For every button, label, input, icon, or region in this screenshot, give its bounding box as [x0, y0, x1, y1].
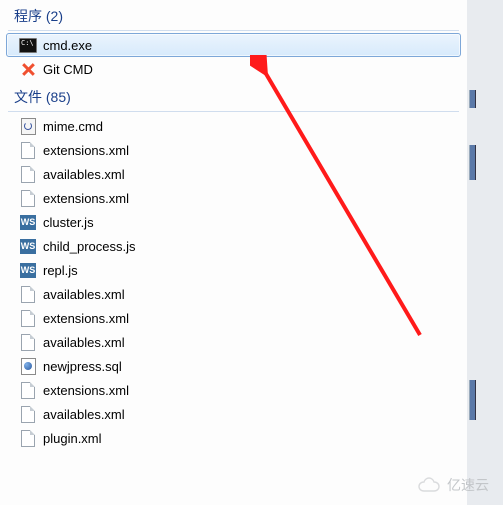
- list-item-label: Git CMD: [43, 62, 93, 77]
- files-item[interactable]: mime.cmd: [6, 114, 461, 138]
- list-item-label: cmd.exe: [43, 38, 92, 53]
- file-icon: [19, 190, 37, 206]
- file-icon: [19, 334, 37, 350]
- files-list: mime.cmd extensions.xml availables.xml exte…: [6, 114, 461, 450]
- list-item-label: plugin.xml: [43, 431, 102, 446]
- list-item-label: cluster.js: [43, 215, 94, 230]
- list-item-label: extensions.xml: [43, 143, 129, 158]
- list-item-label: repl.js: [43, 263, 78, 278]
- webstorm-icon: WS: [19, 214, 37, 230]
- divider: [8, 111, 459, 112]
- divider: [8, 30, 459, 31]
- list-item-label: availables.xml: [43, 407, 125, 422]
- programs-item[interactable]: Git CMD: [6, 57, 461, 81]
- files-item[interactable]: availables.xml: [6, 282, 461, 306]
- list-item-label: availables.xml: [43, 287, 125, 302]
- webstorm-icon: WS: [19, 238, 37, 254]
- file-icon: [19, 310, 37, 326]
- list-item-label: availables.xml: [43, 335, 125, 350]
- files-item[interactable]: availables.xml: [6, 162, 461, 186]
- files-item[interactable]: WS cluster.js: [6, 210, 461, 234]
- files-item[interactable]: availables.xml: [6, 402, 461, 426]
- files-item[interactable]: extensions.xml: [6, 306, 461, 330]
- list-item-label: child_process.js: [43, 239, 136, 254]
- files-item[interactable]: extensions.xml: [6, 138, 461, 162]
- git-icon: [19, 61, 37, 77]
- list-item-label: newjpress.sql: [43, 359, 122, 374]
- section-header-files: 文件 (85): [0, 81, 467, 110]
- files-item[interactable]: WS repl.js: [6, 258, 461, 282]
- list-item-label: extensions.xml: [43, 383, 129, 398]
- file-icon: [19, 286, 37, 302]
- programs-list: cmd.exe Git CMD: [6, 33, 461, 81]
- sql-file-icon: [19, 358, 37, 374]
- webstorm-icon: WS: [19, 262, 37, 278]
- cmd-file-icon: [19, 118, 37, 134]
- files-item[interactable]: extensions.xml: [6, 378, 461, 402]
- file-icon: [19, 142, 37, 158]
- file-icon: [19, 406, 37, 422]
- list-item-label: mime.cmd: [43, 119, 103, 134]
- list-item-label: extensions.xml: [43, 191, 129, 206]
- cmd-icon: [19, 37, 37, 53]
- section-header-programs: 程序 (2): [0, 0, 467, 29]
- files-item[interactable]: extensions.xml: [6, 186, 461, 210]
- programs-item[interactable]: cmd.exe: [6, 33, 461, 57]
- file-icon: [19, 382, 37, 398]
- files-item[interactable]: availables.xml: [6, 330, 461, 354]
- file-icon: [19, 430, 37, 446]
- list-item-label: availables.xml: [43, 167, 125, 182]
- file-icon: [19, 166, 37, 182]
- files-item[interactable]: WS child_process.js: [6, 234, 461, 258]
- files-item[interactable]: newjpress.sql: [6, 354, 461, 378]
- search-results-panel: 程序 (2) cmd.exe Git CMD 文件 (85) mime.cmd ex…: [0, 0, 467, 505]
- window-edge: [467, 0, 503, 505]
- files-item[interactable]: plugin.xml: [6, 426, 461, 450]
- list-item-label: extensions.xml: [43, 311, 129, 326]
